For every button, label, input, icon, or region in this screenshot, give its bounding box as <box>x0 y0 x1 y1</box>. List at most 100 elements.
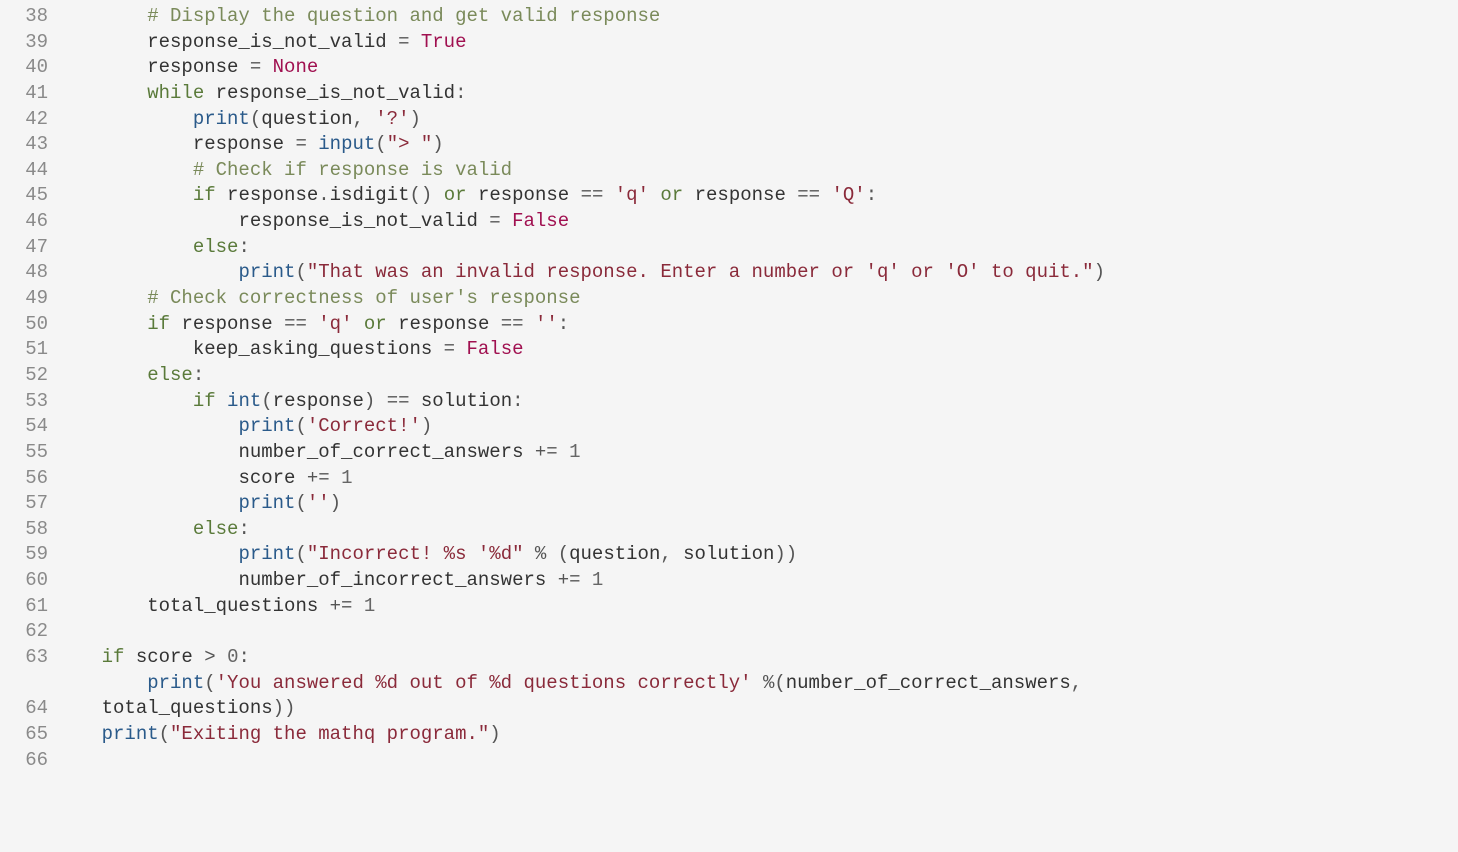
code-token <box>56 261 238 283</box>
code-line[interactable]: 60 number_of_incorrect_answers += 1 <box>0 568 1458 594</box>
code-token <box>56 595 147 617</box>
code-line[interactable]: 53 if int(response) == solution: <box>0 389 1458 415</box>
code-line[interactable]: 63 if score > 0: <box>0 645 1458 671</box>
line-number: 61 <box>0 594 56 620</box>
code-line[interactable]: 42 print(question, '?') <box>0 107 1458 133</box>
code-token: == <box>797 184 831 206</box>
code-line[interactable]: 52 else: <box>0 363 1458 389</box>
line-number: 49 <box>0 286 56 312</box>
code-token <box>56 518 193 540</box>
code-line[interactable]: 58 else: <box>0 517 1458 543</box>
code-line[interactable]: 47 else: <box>0 235 1458 261</box>
code-content[interactable]: else: <box>56 235 1458 261</box>
code-line[interactable]: print('You answered %d out of %d questio… <box>0 671 1458 697</box>
code-content[interactable]: print("That was an invalid response. Ent… <box>56 260 1458 286</box>
line-number: 47 <box>0 235 56 261</box>
line-number <box>0 671 56 697</box>
code-content[interactable]: response_is_not_valid = True <box>56 30 1458 56</box>
code-content[interactable]: print("Exiting the mathq program.") <box>56 722 1458 748</box>
code-line[interactable]: 56 score += 1 <box>0 466 1458 492</box>
code-content[interactable]: score += 1 <box>56 466 1458 492</box>
code-token <box>56 82 147 104</box>
code-content[interactable]: else: <box>56 517 1458 543</box>
line-number: 45 <box>0 183 56 209</box>
code-line[interactable]: 54 print('Correct!') <box>0 414 1458 440</box>
code-token: 1 <box>341 467 352 489</box>
line-number: 55 <box>0 440 56 466</box>
code-content[interactable]: while response_is_not_valid: <box>56 81 1458 107</box>
code-content[interactable]: # Check correctness of user's response <box>56 286 1458 312</box>
code-token <box>56 313 147 335</box>
code-line[interactable]: 39 response_is_not_valid = True <box>0 30 1458 56</box>
code-token: else <box>193 236 239 258</box>
code-line[interactable]: 49 # Check correctness of user's respons… <box>0 286 1458 312</box>
line-number: 38 <box>0 4 56 30</box>
code-token: 0 <box>227 646 238 668</box>
code-token: response <box>695 184 798 206</box>
line-number: 42 <box>0 107 56 133</box>
code-token: == <box>581 184 615 206</box>
code-token: ( <box>159 723 170 745</box>
code-line[interactable]: 65 print("Exiting the mathq program.") <box>0 722 1458 748</box>
code-content[interactable]: if int(response) == solution: <box>56 389 1458 415</box>
code-line[interactable]: 46 response_is_not_valid = False <box>0 209 1458 235</box>
code-content[interactable]: response = input("> ") <box>56 132 1458 158</box>
code-line[interactable]: 55 number_of_correct_answers += 1 <box>0 440 1458 466</box>
code-token: ) <box>1094 261 1105 283</box>
code-token <box>56 492 238 514</box>
line-number: 66 <box>0 748 56 774</box>
code-content[interactable]: response = None <box>56 55 1458 81</box>
code-line[interactable]: 50 if response == 'q' or response == '': <box>0 312 1458 338</box>
code-content[interactable]: number_of_correct_answers += 1 <box>56 440 1458 466</box>
code-content[interactable]: total_questions += 1 <box>56 594 1458 620</box>
line-number: 62 <box>0 619 56 645</box>
code-token: : <box>512 390 523 412</box>
code-token: : <box>193 364 204 386</box>
code-token: == <box>284 313 318 335</box>
code-content[interactable]: print(question, '?') <box>56 107 1458 133</box>
code-line[interactable]: 38 # Display the question and get valid … <box>0 4 1458 30</box>
code-content[interactable]: if response.isdigit() or response == 'q'… <box>56 183 1458 209</box>
code-content[interactable]: print('You answered %d out of %d questio… <box>56 671 1458 697</box>
code-line[interactable]: 62 <box>0 619 1458 645</box>
code-line[interactable]: 45 if response.isdigit() or response == … <box>0 183 1458 209</box>
code-content[interactable]: if score > 0: <box>56 645 1458 671</box>
code-content[interactable]: response_is_not_valid = False <box>56 209 1458 235</box>
code-content[interactable]: print('') <box>56 491 1458 517</box>
code-line[interactable]: 41 while response_is_not_valid: <box>0 81 1458 107</box>
code-content[interactable]: if response == 'q' or response == '': <box>56 312 1458 338</box>
code-content[interactable]: print("Incorrect! %s '%d" % (question, s… <box>56 542 1458 568</box>
code-line[interactable]: 44 # Check if response is valid <box>0 158 1458 184</box>
code-line[interactable]: 66 <box>0 748 1458 774</box>
code-token: "> " <box>387 133 433 155</box>
code-token: or <box>660 184 683 206</box>
code-line[interactable]: 40 response = None <box>0 55 1458 81</box>
code-line[interactable]: 51 keep_asking_questions = False <box>0 337 1458 363</box>
code-line[interactable]: 48 print("That was an invalid response. … <box>0 260 1458 286</box>
code-token: 'Q' <box>831 184 865 206</box>
code-line[interactable]: 43 response = input("> ") <box>0 132 1458 158</box>
code-token <box>56 5 147 27</box>
code-line[interactable]: 61 total_questions += 1 <box>0 594 1458 620</box>
code-content[interactable]: # Display the question and get valid res… <box>56 4 1458 30</box>
code-content[interactable]: total_questions)) <box>56 696 1458 722</box>
code-line[interactable]: 64 total_questions)) <box>0 696 1458 722</box>
code-content[interactable] <box>56 748 1458 774</box>
code-token <box>216 184 227 206</box>
code-token <box>56 672 147 694</box>
code-content[interactable]: number_of_incorrect_answers += 1 <box>56 568 1458 594</box>
code-token: ) <box>432 133 443 155</box>
code-content[interactable]: keep_asking_questions = False <box>56 337 1458 363</box>
code-token <box>56 133 193 155</box>
code-content[interactable]: # Check if response is valid <box>56 158 1458 184</box>
line-number: 46 <box>0 209 56 235</box>
code-content[interactable] <box>56 619 1458 645</box>
code-line[interactable]: 57 print('') <box>0 491 1458 517</box>
code-content[interactable]: print('Correct!') <box>56 414 1458 440</box>
code-line[interactable]: 59 print("Incorrect! %s '%d" % (question… <box>0 542 1458 568</box>
code-token: = <box>250 56 273 78</box>
code-content[interactable]: else: <box>56 363 1458 389</box>
code-editor[interactable]: 38 # Display the question and get valid … <box>0 0 1458 777</box>
code-token: '?' <box>375 108 409 130</box>
code-token: ) <box>421 415 432 437</box>
